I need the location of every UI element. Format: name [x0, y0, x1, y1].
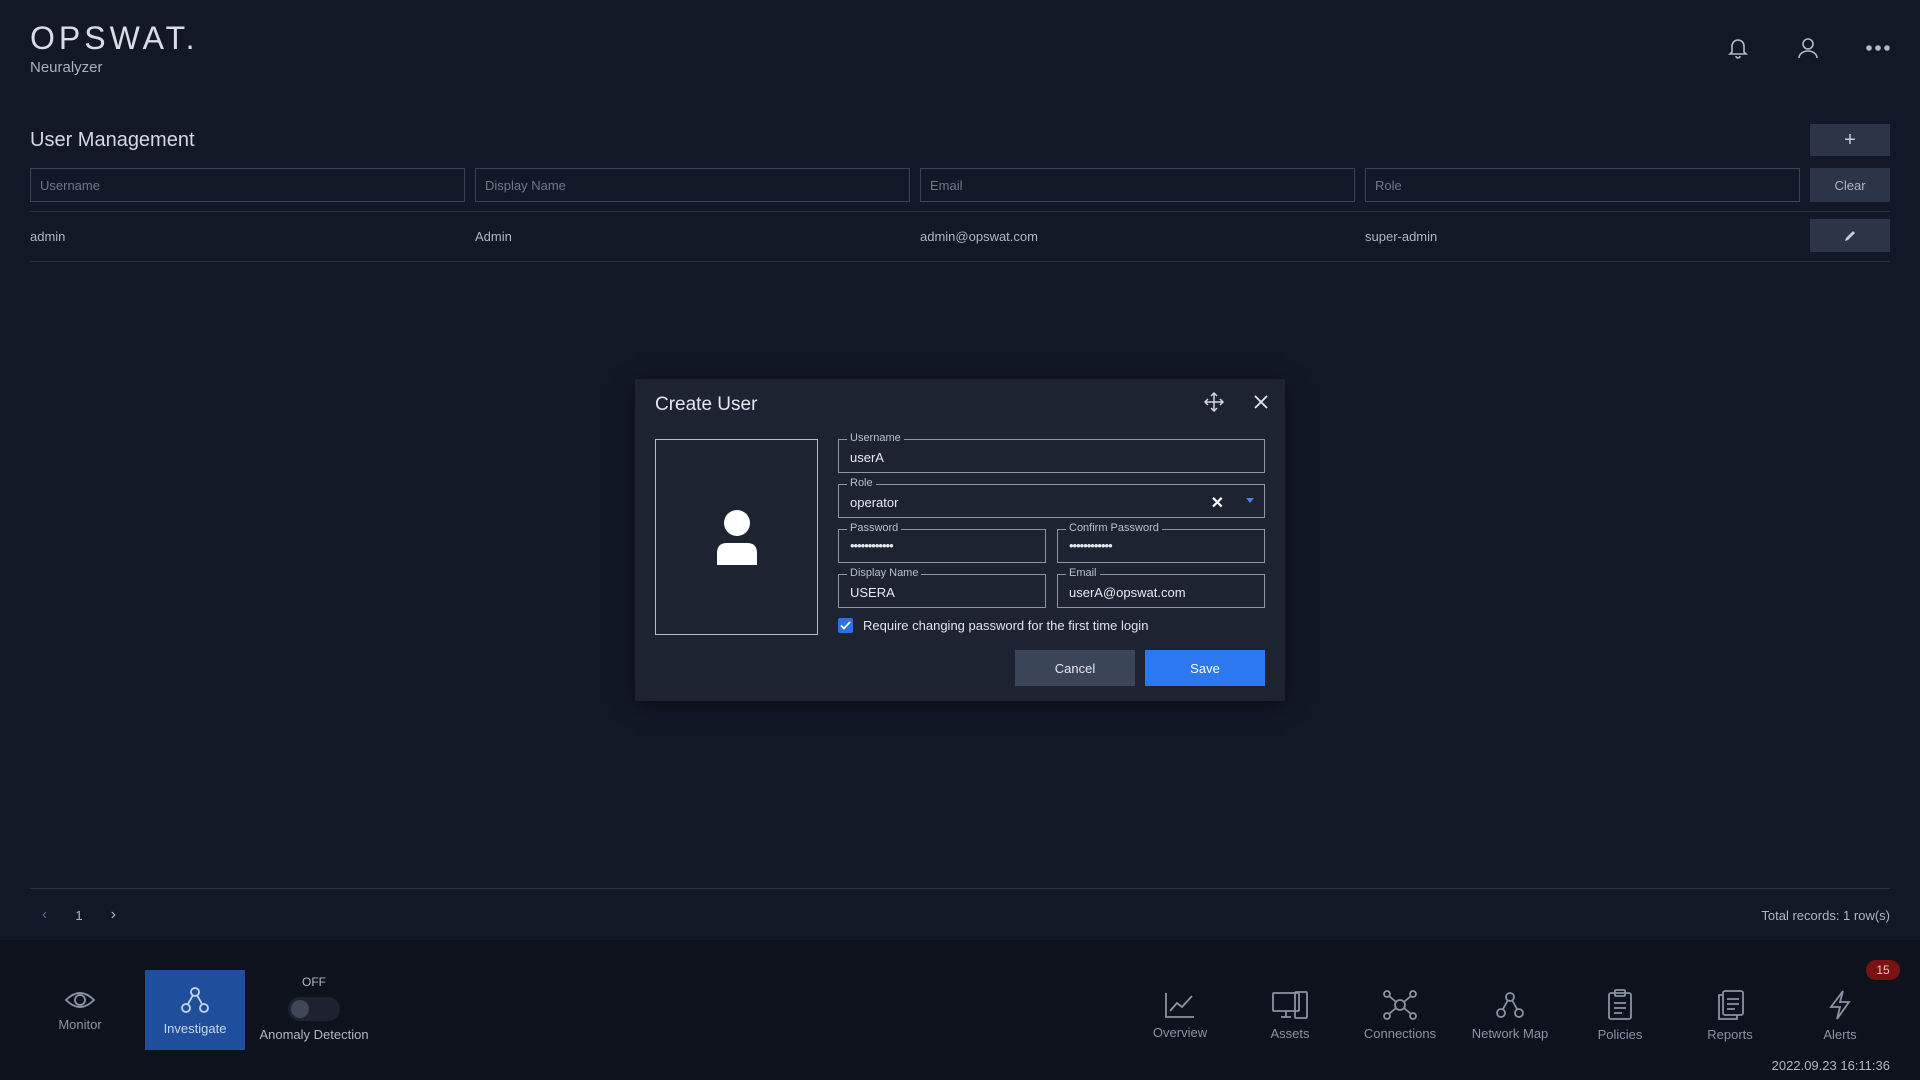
next-page-button[interactable]: ›	[111, 906, 116, 924]
field-label: Username	[847, 432, 904, 445]
toggle-switch[interactable]	[288, 997, 340, 1021]
reports-icon	[1718, 989, 1744, 1020]
cancel-button[interactable]: Cancel	[1015, 650, 1135, 686]
connections-icon	[1383, 989, 1417, 1020]
display-name-cell: Admin	[475, 229, 512, 244]
create-user-dialog: Create User Username userA Role operator…	[635, 379, 1285, 701]
nav-label: Investigate	[163, 1020, 227, 1036]
email-cell: admin@opswat.com	[920, 229, 1038, 244]
avatar-upload[interactable]	[655, 439, 818, 635]
clear-button[interactable]: Clear	[1810, 168, 1890, 202]
nav-connections[interactable]: Connections	[1350, 975, 1450, 1055]
user-icon[interactable]	[1796, 36, 1820, 60]
display-name-field[interactable]: Display Name USERA	[838, 567, 1046, 608]
alerts-icon	[1829, 989, 1851, 1020]
eye-icon	[64, 991, 96, 1008]
table-row[interactable]: admin Admin admin@opswat.com super-admin	[30, 212, 1890, 262]
field-label: Email	[1066, 567, 1100, 580]
user-avatar-icon	[716, 510, 757, 565]
close-icon[interactable]	[1250, 391, 1272, 413]
username-cell: admin	[30, 229, 66, 244]
nav-network-map[interactable]: Network Map	[1460, 975, 1560, 1055]
require-change-password-checkbox[interactable]	[838, 618, 853, 633]
more-icon[interactable]	[1866, 36, 1890, 60]
field-value: userA@opswat.com	[1069, 585, 1186, 600]
page-number[interactable]: 1	[75, 908, 82, 923]
username-filter-input[interactable]	[30, 168, 465, 202]
nav-monitor[interactable]: Monitor	[30, 970, 130, 1050]
field-label: Role	[847, 477, 876, 490]
check-icon	[840, 621, 851, 630]
field-value: ••••••••••••	[1069, 538, 1113, 553]
role-select[interactable]: Role operator ✕	[838, 477, 1265, 518]
save-button[interactable]: Save	[1145, 650, 1265, 686]
nav-label: Monitor	[58, 1016, 102, 1032]
field-value: userA	[850, 450, 884, 465]
opswat-logo: OPSWAT. Neuralyzer	[30, 20, 198, 76]
role-filter-input[interactable]	[1365, 168, 1800, 202]
prev-page-button[interactable]: ‹	[42, 906, 47, 924]
nav-label: Overview	[1152, 1024, 1208, 1040]
move-icon[interactable]	[1203, 391, 1225, 413]
field-label: Password	[847, 522, 902, 535]
field-label: Display Name	[847, 567, 922, 580]
nav-overview[interactable]: Overview	[1130, 975, 1230, 1055]
dialog-title: Create User	[655, 394, 758, 415]
nav-investigate[interactable]: Investigate	[145, 970, 245, 1050]
toggle-state: OFF	[302, 975, 326, 989]
alerts-count-badge: 15	[1866, 960, 1900, 980]
assets-icon	[1272, 990, 1308, 1019]
email-field[interactable]: Email userA@opswat.com	[1057, 567, 1265, 608]
display-name-filter-input[interactable]	[475, 168, 910, 202]
role-cell: super-admin	[1365, 229, 1438, 244]
nav-label: Policies	[1597, 1026, 1643, 1042]
bell-icon[interactable]	[1726, 36, 1750, 60]
chevron-down-icon[interactable]	[1246, 498, 1254, 503]
policies-icon	[1608, 988, 1632, 1020]
page-title: User Management	[30, 129, 195, 151]
nav-label: Assets	[1270, 1025, 1310, 1041]
field-value: USERA	[850, 585, 895, 600]
nav-label: Alerts	[1823, 1026, 1857, 1042]
pencil-icon	[1845, 230, 1855, 241]
nav-policies[interactable]: Policies	[1570, 975, 1670, 1055]
checkbox-label: Require changing password for the first …	[863, 618, 1149, 633]
toggle-label: Anomaly Detection	[259, 1027, 369, 1042]
field-label: Confirm Password	[1066, 522, 1162, 535]
field-value: operator	[850, 495, 899, 510]
add-user-button[interactable]: +	[1810, 124, 1890, 156]
logo-text: OPSWAT.	[30, 20, 199, 56]
nav-label: Network Map	[1471, 1025, 1549, 1041]
nav-reports[interactable]: Reports	[1680, 975, 1780, 1055]
nav-assets[interactable]: Assets	[1240, 975, 1340, 1055]
anomaly-detection-toggle[interactable]: OFF Anomaly Detection	[258, 975, 370, 1042]
total-records: Total records: 1 row(s)	[1761, 908, 1890, 923]
filter-row	[30, 168, 1800, 202]
require-change-password-row: Require changing password for the first …	[838, 618, 1148, 633]
nav-label: Reports	[1707, 1026, 1753, 1042]
network-map-icon	[1496, 991, 1524, 1018]
edit-button[interactable]	[1810, 219, 1890, 252]
divider	[30, 888, 1890, 889]
clear-role-icon[interactable]: ✕	[1211, 493, 1224, 513]
email-filter-input[interactable]	[920, 168, 1355, 202]
pagination: ‹ 1 ›	[42, 906, 116, 924]
username-field[interactable]: Username userA	[838, 432, 1265, 473]
product-name: Neuralyzer	[30, 59, 103, 76]
nav-label: Connections	[1363, 1025, 1437, 1041]
password-field[interactable]: Password ••••••••••••	[838, 522, 1046, 563]
investigate-icon	[181, 986, 209, 1013]
confirm-password-field[interactable]: Confirm Password ••••••••••••	[1057, 522, 1265, 563]
nav-alerts[interactable]: Alerts	[1790, 975, 1890, 1055]
field-value: ••••••••••••	[850, 538, 894, 553]
timestamp: 2022.09.23 16:11:36	[1771, 1058, 1890, 1073]
chart-icon	[1165, 992, 1194, 1018]
header-actions	[1726, 36, 1890, 60]
